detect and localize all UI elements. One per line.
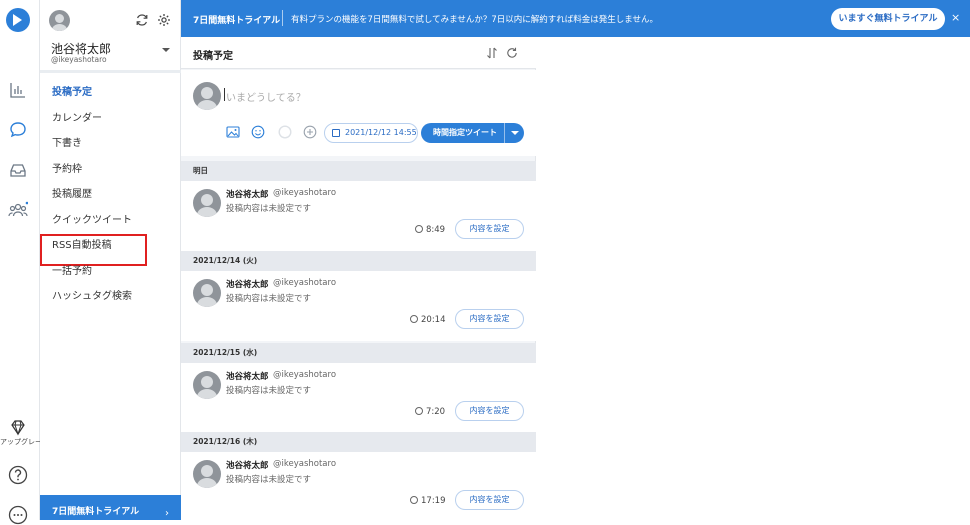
account-handle: @ikeyashotaro bbox=[51, 55, 107, 64]
post-author-name: 池谷将太郎 bbox=[226, 190, 269, 200]
chevron-down-icon[interactable] bbox=[504, 123, 524, 143]
set-content-button[interactable]: 内容を設定 bbox=[455, 309, 524, 329]
sidebar-item-slots[interactable]: 予約枠 bbox=[40, 157, 181, 183]
banner-divider bbox=[282, 10, 283, 26]
sidebar-item-hashtag-search[interactable]: ハッシュタグ検索 bbox=[40, 284, 181, 310]
post-author-name: 池谷将太郎 bbox=[226, 280, 269, 290]
post-time: 17:19 bbox=[410, 496, 446, 506]
sidebar-item-quick-tweet[interactable]: クイックツイート bbox=[40, 208, 181, 234]
post-body: 投稿内容は未設定です bbox=[226, 294, 312, 304]
sidebar-item-bulk-schedule[interactable]: 一括予約 bbox=[40, 259, 181, 285]
post-body: 投稿内容は未設定です bbox=[226, 204, 312, 214]
sidebar-item-calendar[interactable]: カレンダー bbox=[40, 106, 181, 132]
sort-icon[interactable] bbox=[486, 47, 498, 59]
post-author-handle: @ikeyashotaro bbox=[273, 459, 337, 469]
post-time: 7:20 bbox=[415, 407, 445, 417]
banner-message: 有料プランの機能を7日間無料で試してみませんか？7日以内に解約すれば料金は発生し… bbox=[291, 15, 659, 25]
post-author-handle: @ikeyashotaro bbox=[273, 188, 337, 198]
schedule-datetime-picker[interactable]: 2021/12/12 14:55 bbox=[324, 123, 418, 143]
date-group-header: 2021/12/15 (水) bbox=[181, 343, 536, 363]
avatar bbox=[193, 460, 221, 488]
post-time-value: 7:20 bbox=[426, 407, 446, 417]
add-icon[interactable] bbox=[303, 125, 317, 139]
sidebar-item-history[interactable]: 投稿履歴 bbox=[40, 182, 181, 208]
post-time: 20:14 bbox=[410, 315, 446, 325]
account-switcher[interactable]: 池谷将太郎 @ikeyashotaro bbox=[40, 0, 181, 73]
sidebar-trial-button[interactable]: 7日間無料トライアル › bbox=[40, 495, 181, 520]
post-author-name: 池谷将太郎 bbox=[226, 372, 269, 382]
clock-icon bbox=[410, 315, 418, 323]
scheduled-tweet-label: 時間指定ツイート bbox=[433, 128, 497, 137]
set-content-button[interactable]: 内容を設定 bbox=[455, 219, 524, 239]
image-icon[interactable] bbox=[226, 125, 240, 139]
post-body: 投稿内容は未設定です bbox=[226, 475, 312, 485]
character-count-icon bbox=[278, 125, 292, 139]
post-author-handle: @ikeyashotaro bbox=[273, 370, 337, 380]
sidebar: 池谷将太郎 @ikeyashotaro 投稿予定 カレンダー 下書き 予約枠 投… bbox=[40, 0, 181, 520]
close-icon[interactable]: × bbox=[951, 11, 960, 24]
sidebar-item-scheduled[interactable]: 投稿予定 bbox=[40, 80, 181, 106]
chat-icon[interactable] bbox=[8, 120, 28, 140]
date-group-header: 2021/12/14 (火) bbox=[181, 251, 536, 271]
banner-title: 7日間無料トライアル bbox=[193, 16, 281, 26]
scheduled-tweet-button[interactable]: 時間指定ツイート bbox=[421, 123, 524, 143]
post-time-value: 20:14 bbox=[421, 315, 446, 325]
refresh-icon[interactable] bbox=[506, 47, 518, 59]
panel-header: 投稿予定 bbox=[181, 37, 536, 69]
chart-icon[interactable] bbox=[8, 80, 28, 100]
clock-icon bbox=[410, 496, 418, 504]
tweet-composer: いまどうしてる？ 2021/12/12 14:55 時間指定ツイート bbox=[181, 70, 536, 156]
list-item: 池谷将太郎 @ikeyashotaro 投稿内容は未設定です 8:49 内容を設… bbox=[181, 181, 536, 251]
chevron-right-icon: › bbox=[165, 508, 169, 519]
post-time: 8:49 bbox=[415, 225, 445, 235]
emoji-icon[interactable] bbox=[251, 125, 265, 139]
refresh-icon[interactable] bbox=[135, 13, 149, 27]
post-author-handle: @ikeyashotaro bbox=[273, 278, 337, 288]
sidebar-nav: 投稿予定 カレンダー 下書き 予約枠 投稿履歴 クイックツイート RSS自動投稿… bbox=[40, 80, 181, 310]
avatar bbox=[193, 279, 221, 307]
set-content-button[interactable]: 内容を設定 bbox=[455, 490, 524, 510]
post-body: 投稿内容は未設定です bbox=[226, 386, 312, 396]
panel-title: 投稿予定 bbox=[193, 51, 233, 62]
scheduled-panel: 投稿予定 いまどうしてる？ 2021/12/12 14:55 時間指定ツイート … bbox=[181, 37, 536, 522]
post-time-value: 8:49 bbox=[426, 225, 446, 235]
avatar bbox=[193, 189, 221, 217]
tweet-input[interactable]: いまどうしてる？ bbox=[224, 88, 306, 104]
chevron-down-icon[interactable] bbox=[162, 48, 170, 52]
date-group-header: 2021/12/16 (木) bbox=[181, 432, 536, 452]
diamond-icon[interactable] bbox=[8, 418, 28, 438]
users-icon[interactable] bbox=[8, 200, 28, 220]
more-icon[interactable] bbox=[8, 505, 28, 525]
avatar[interactable] bbox=[49, 10, 70, 31]
avatar bbox=[193, 82, 221, 110]
icon-rail: アップグレード bbox=[0, 0, 40, 525]
upgrade-label[interactable]: アップグレード bbox=[0, 437, 40, 447]
schedule-datetime: 2021/12/12 14:55 bbox=[345, 128, 417, 137]
date-group-header: 明日 bbox=[181, 161, 536, 181]
trial-banner: 7日間無料トライアル 有料プランの機能を7日間無料で試してみませんか？7日以内に… bbox=[181, 0, 970, 37]
calendar-icon bbox=[332, 129, 340, 137]
logo-icon[interactable] bbox=[6, 8, 30, 32]
sidebar-item-drafts[interactable]: 下書き bbox=[40, 131, 181, 157]
set-content-button[interactable]: 内容を設定 bbox=[455, 401, 524, 421]
post-time-value: 17:19 bbox=[421, 496, 446, 506]
help-icon[interactable] bbox=[8, 465, 28, 485]
clock-icon bbox=[415, 225, 423, 233]
list-item: 池谷将太郎 @ikeyashotaro 投稿内容は未設定です 17:19 内容を… bbox=[181, 452, 536, 522]
start-trial-button[interactable]: いますぐ無料トライアル bbox=[831, 8, 945, 30]
list-item: 池谷将太郎 @ikeyashotaro 投稿内容は未設定です 7:20 内容を設… bbox=[181, 363, 536, 433]
gear-icon[interactable] bbox=[157, 13, 171, 27]
sidebar-item-rss-auto-post[interactable]: RSS自動投稿 bbox=[40, 233, 181, 266]
inbox-icon[interactable] bbox=[8, 160, 28, 180]
sidebar-trial-label: 7日間無料トライアル bbox=[52, 507, 140, 517]
post-author-name: 池谷将太郎 bbox=[226, 461, 269, 471]
avatar bbox=[193, 371, 221, 399]
list-item: 池谷将太郎 @ikeyashotaro 投稿内容は未設定です 20:14 内容を… bbox=[181, 271, 536, 341]
clock-icon bbox=[415, 407, 423, 415]
